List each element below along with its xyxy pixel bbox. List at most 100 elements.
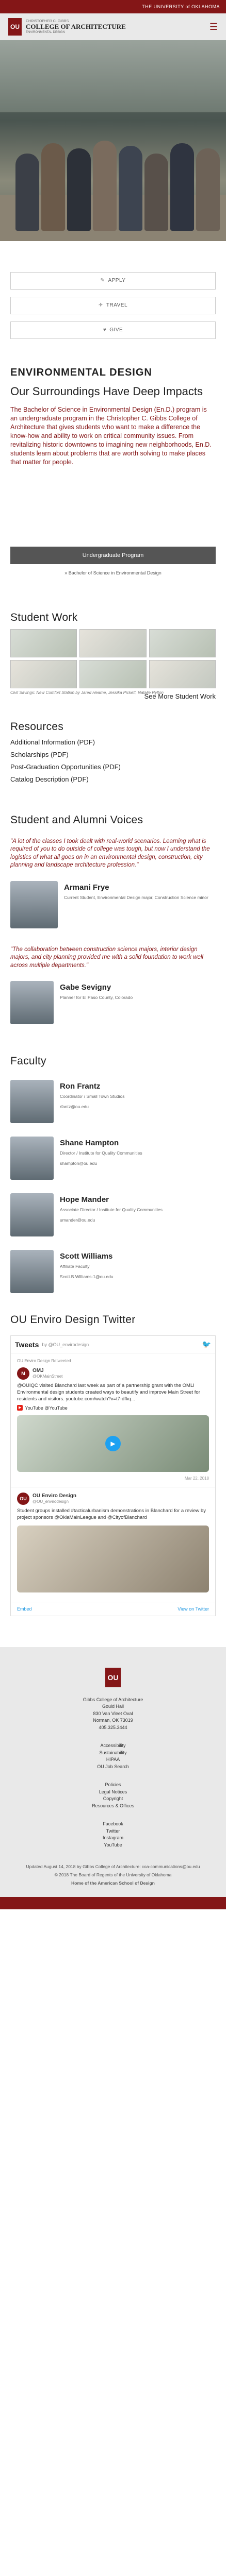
university-topbar: THE UNIVERSITY of OKLAHOMA [0, 0, 226, 13]
footer-link[interactable]: Copyright [10, 1795, 216, 1803]
tweets-by-link[interactable]: by @OU_envirodesign [42, 1342, 89, 1347]
faculty-email-link[interactable]: rfantz@ou.edu [60, 1104, 125, 1109]
student-work-thumb[interactable] [149, 659, 216, 688]
faculty-name: Scott Williams [60, 1252, 113, 1261]
faculty-email-link[interactable]: shampton@ou.edu [60, 1161, 142, 1166]
testimonial-role: Planner for El Paso County, Colorado [60, 995, 133, 1001]
tweets-title: Tweets [15, 1340, 39, 1349]
footer-link[interactable]: Resources & Offices [10, 1803, 216, 1810]
view-on-twitter-link[interactable]: View on Twitter [177, 1606, 209, 1612]
footer-link[interactable]: Policies [10, 1782, 216, 1789]
student-work-thumb[interactable] [149, 629, 216, 657]
footer-link[interactable]: HIPAA [10, 1756, 216, 1764]
student-work-section: Student Work Civil Savings: New Comfort … [0, 612, 226, 700]
avatar [10, 1137, 54, 1180]
footer-link[interactable]: Sustainability [10, 1750, 216, 1757]
intro-section: ENVIRONMENTAL DESIGN Our Surroundings Ha… [0, 367, 226, 467]
student-work-thumb[interactable] [79, 659, 147, 688]
university-name[interactable]: THE UNIVERSITY of OKLAHOMA [142, 4, 220, 9]
tweet-author[interactable]: OU Enviro Design [33, 1493, 76, 1500]
give-button[interactable]: ♥ GIVE [10, 321, 216, 339]
page-title: ENVIRONMENTAL DESIGN [10, 367, 152, 378]
college-title: COLLEGE OF ARCHITECTURE [26, 23, 126, 31]
resource-link[interactable]: Catalog Description (PDF) [10, 775, 216, 783]
avatar[interactable]: OU [17, 1492, 29, 1505]
avatar [10, 1080, 54, 1124]
twitter-widget: Tweets by @OU_envirodesign 🐦 OU Enviro D… [10, 1335, 216, 1616]
tweet-video[interactable]: ▶ [17, 1415, 209, 1472]
avatar[interactable]: M [17, 1367, 29, 1380]
tweet-image[interactable] [17, 1525, 209, 1592]
twitter-section: OU Enviro Design Twitter Tweets by @OU_e… [0, 1314, 226, 1616]
faculty-role: Affiliate Faculty [60, 1264, 90, 1269]
twitter-link[interactable]: Twitter [10, 1828, 216, 1835]
tweet-handle[interactable]: @OU_envirodesign [33, 1499, 76, 1505]
apply-button[interactable]: ✎ APPLY [10, 272, 216, 290]
pencil-icon: ✎ [100, 278, 105, 283]
tweet[interactable]: OU OU Enviro Design @OU_envirodesign Stu… [11, 1487, 215, 1602]
facebook-link[interactable]: Facebook [10, 1821, 216, 1828]
play-icon[interactable]: ▶ [105, 1435, 121, 1451]
faculty-card: Hope Mander Associate Director / Institu… [10, 1193, 216, 1237]
resource-link[interactable]: Scholarships (PDF) [10, 751, 216, 758]
footer-phone-link[interactable]: 405.325.3444 [10, 1724, 216, 1732]
youtube-link[interactable]: YouTube [10, 1842, 216, 1849]
footer-links: Accessibility Sustainability HIPAA OU Jo… [10, 1742, 216, 1770]
instagram-link[interactable]: Instagram [10, 1835, 216, 1842]
tweet-text: @OUIQC visited Blanchard last week as pa… [17, 1383, 200, 1402]
testimonial-name: Armani Frye [64, 883, 109, 892]
tweet-handle[interactable]: @OKMainStreet [33, 1374, 62, 1380]
resource-link[interactable]: Post-Graduation Opportunities (PDF) [10, 763, 216, 771]
faculty-title: Faculty [10, 1055, 46, 1067]
testimonial-quote: "A lot of the classes I took dealt with … [10, 838, 210, 869]
footer-link[interactable]: OU Job Search [10, 1764, 216, 1771]
footer-social-links: Facebook Twitter Instagram YouTube [10, 1821, 216, 1849]
student-work-thumb[interactable] [10, 629, 77, 657]
bachelor-link[interactable]: » Bachelor of Science in Environmental D… [0, 570, 226, 575]
travel-button[interactable]: ✈ TRAVEL [10, 297, 216, 314]
testimonial-person: Gabe Sevigny Planner for El Paso County,… [10, 981, 216, 1025]
footer: OU Gibbs College of Architecture Gould H… [0, 1647, 226, 1897]
faculty-role: Associate Director / Institute for Quali… [60, 1207, 163, 1213]
student-work-thumb[interactable] [10, 659, 77, 688]
resources-section: Resources Additional Information (PDF) S… [0, 721, 226, 783]
undergraduate-program-button[interactable]: Undergraduate Program [10, 546, 216, 564]
avatar [10, 981, 54, 1025]
twitter-bird-icon[interactable]: 🐦 [202, 1340, 211, 1349]
tweet-text: Student groups installed #tacticalurbani… [17, 1507, 206, 1520]
faculty-email-link[interactable]: umander@ou.edu [60, 1217, 163, 1223]
youtube-icon: ▶ [17, 1405, 23, 1411]
student-work-title: Student Work [10, 611, 78, 623]
masthead: OU CHRISTOPHER C. GIBBS COLLEGE OF ARCHI… [0, 13, 226, 40]
faculty-card: Shane Hampton Director / Institute for Q… [10, 1137, 216, 1180]
hamburger-icon[interactable]: ☰ [209, 22, 218, 32]
embed-link[interactable]: Embed [17, 1606, 32, 1612]
voices-title: Student and Alumni Voices [10, 814, 143, 826]
resource-link[interactable]: Additional Information (PDF) [10, 738, 216, 746]
plane-icon: ✈ [98, 302, 103, 308]
tweet-date[interactable]: Mar 22, 2018 [17, 1476, 209, 1482]
footer-copyright: © 2018 The Board of Regents of the Unive… [54, 1872, 172, 1877]
footer-updated: Updated August 14, 2018 by Gibbs College… [26, 1864, 200, 1870]
footer-links: Policies Legal Notices Copyright Resourc… [10, 1782, 216, 1809]
college-name[interactable]: CHRISTOPHER C. GIBBS COLLEGE OF ARCHITEC… [26, 20, 126, 35]
twitter-section-title: OU Enviro Design Twitter [10, 1314, 136, 1326]
avatar [10, 1193, 54, 1237]
faculty-email-link[interactable]: Scott.B.Williams-1@ou.edu [60, 1274, 114, 1279]
retweet-label: OU Enviro Design Retweeted [17, 1359, 71, 1364]
footer-link[interactable]: Legal Notices [10, 1789, 216, 1796]
tweet-author[interactable]: OMJ [33, 1367, 62, 1375]
avatar [10, 1250, 54, 1294]
footer-ou-logo[interactable]: OU [105, 1667, 121, 1687]
page-subtitle: Our Surroundings Have Deep Impacts [10, 385, 203, 398]
student-work-thumb[interactable] [79, 629, 147, 657]
ou-logo[interactable]: OU [8, 18, 22, 36]
youtube-card-label[interactable]: ▶ YouTube @YouTube [17, 1405, 209, 1411]
department-name: ENVIRONMENTAL DESIGN [26, 30, 65, 34]
twitter-widget-header: Tweets by @OU_envirodesign 🐦 [11, 1336, 215, 1354]
avatar [10, 880, 58, 928]
footer-address: Gibbs College of Architecture Gould Hall… [10, 1697, 216, 1732]
footer-link[interactable]: Accessibility [10, 1742, 216, 1750]
faculty-name: Shane Hampton [60, 1139, 119, 1148]
tweet[interactable]: OU Enviro Design Retweeted M OMJ @OKMain… [11, 1353, 215, 1487]
